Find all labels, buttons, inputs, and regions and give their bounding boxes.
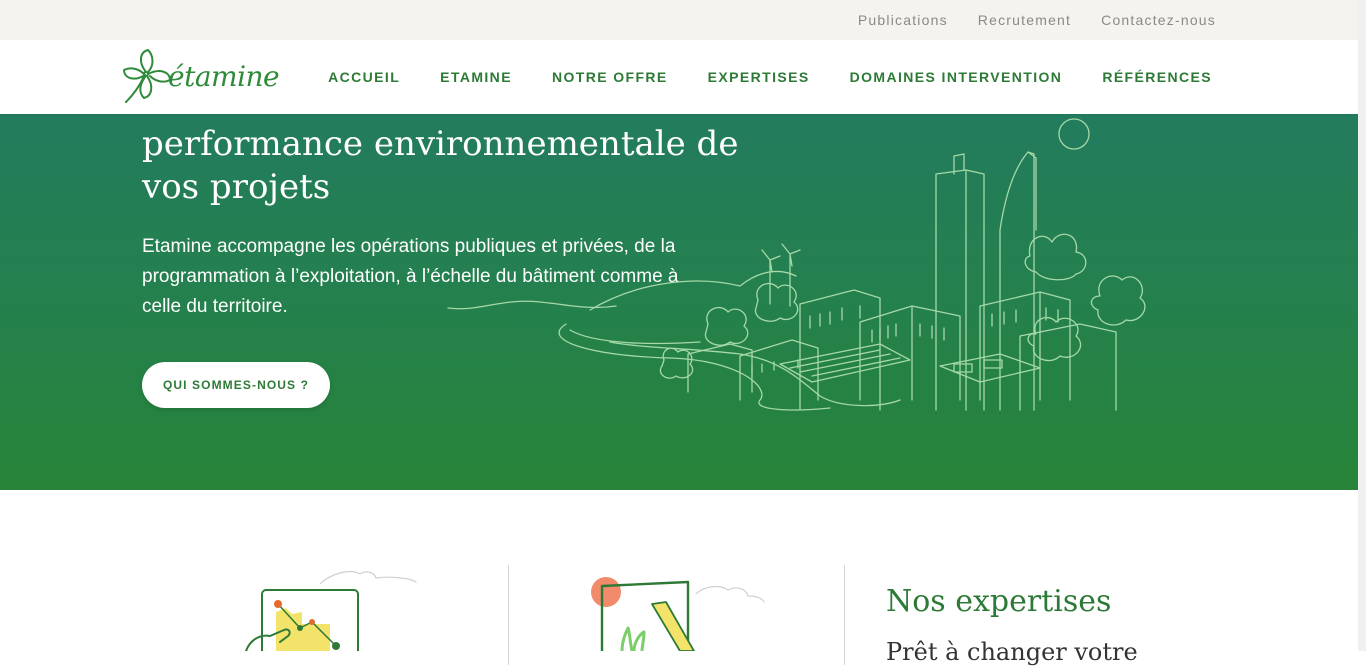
utility-bar: Publications Recrutement Contactez-nous: [0, 0, 1358, 40]
link-contact[interactable]: Contactez-nous: [1101, 12, 1216, 28]
nav-notre-offre[interactable]: NOTRE OFFRE: [552, 69, 668, 85]
nav-references[interactable]: RÉFÉRENCES: [1102, 69, 1212, 85]
utility-links: Publications Recrutement Contactez-nous: [858, 0, 1216, 40]
section-divider: [508, 565, 509, 665]
link-publications[interactable]: Publications: [858, 12, 948, 28]
nav-domaines-intervention[interactable]: DOMAINES INTERVENTION: [850, 69, 1063, 85]
section-divider: [844, 565, 845, 665]
nav-expertises[interactable]: EXPERTISES: [708, 69, 810, 85]
logo-wordmark: étamine: [168, 59, 280, 93]
logo[interactable]: étamine: [120, 46, 280, 106]
scrollbar[interactable]: [1358, 0, 1366, 651]
link-recrutement[interactable]: Recrutement: [978, 12, 1071, 28]
chart-illustration: [245, 571, 417, 651]
main-header: étamine ACCUEIL ETAMINE NOTRE OFFRE EXPE…: [0, 40, 1358, 114]
nav-accueil[interactable]: ACCUEIL: [328, 69, 400, 85]
document-illustration: [591, 577, 765, 651]
main-nav: ACCUEIL ETAMINE NOTRE OFFRE EXPERTISES D…: [328, 40, 1212, 114]
city-illustration: [447, 118, 1146, 411]
about-us-button[interactable]: QUI SOMMES-NOUS ?: [142, 362, 330, 408]
expertises-section: Nos expertises Prêt à changer votre: [0, 490, 1358, 666]
expertises-title: Nos expertises: [886, 584, 1112, 619]
expertises-subtitle: Prêt à changer votre: [886, 638, 1138, 666]
nav-etamine[interactable]: ETAMINE: [440, 69, 512, 85]
